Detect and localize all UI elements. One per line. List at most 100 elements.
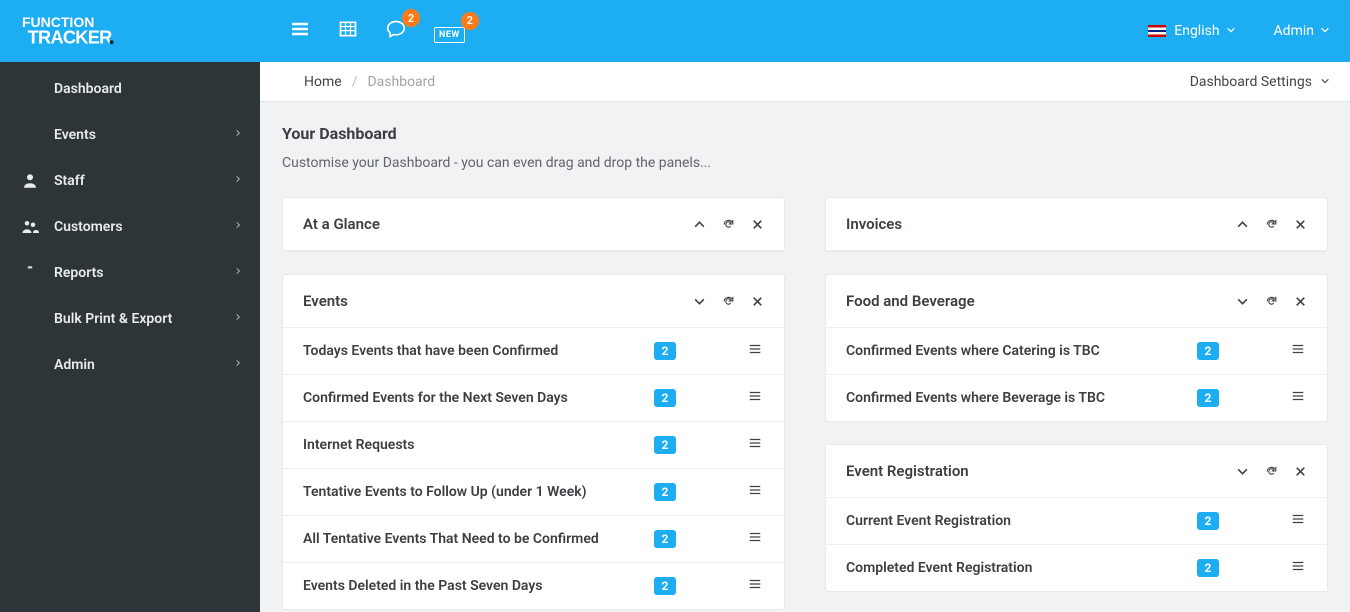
- close-icon[interactable]: [1294, 295, 1307, 308]
- row-count-badge: 2: [654, 389, 676, 407]
- drag-handle-icon[interactable]: [746, 483, 764, 501]
- calendar-icon: [20, 125, 40, 145]
- chevron-right-icon: [234, 357, 242, 373]
- breadcrumb-home[interactable]: Home: [304, 74, 342, 90]
- sidebar-item-staff[interactable]: Staff: [0, 158, 260, 204]
- sidebar-item-reports[interactable]: Reports: [0, 250, 260, 296]
- svg-text:TRACKER: TRACKER: [28, 28, 113, 48]
- panel-row[interactable]: Todays Events that have been Confirmed2: [283, 328, 784, 375]
- panel-row[interactable]: Internet Requests2: [283, 422, 784, 469]
- close-icon[interactable]: [751, 295, 764, 308]
- drag-handle-icon[interactable]: [746, 436, 764, 454]
- user-label: Admin: [1274, 23, 1314, 39]
- panel-row[interactable]: Current Event Registration2: [826, 498, 1327, 545]
- panel-row[interactable]: Events Deleted in the Past Seven Days2: [283, 563, 784, 609]
- sidebar-item-events[interactable]: Events: [0, 112, 260, 158]
- new-label: NEW: [434, 27, 465, 43]
- topbar: FUNCTION TRACKER 2 NEW 2 English Admin: [0, 0, 1350, 62]
- chevron-right-icon: [234, 311, 242, 327]
- panel-row[interactable]: Tentative Events to Follow Up (under 1 W…: [283, 469, 784, 516]
- clipboard-icon: [20, 263, 40, 283]
- drag-handle-icon[interactable]: [746, 530, 764, 548]
- home-icon: [20, 79, 40, 99]
- panel-event-registration: Event Registration Current Event Registra…: [825, 444, 1328, 592]
- close-icon[interactable]: [1294, 218, 1307, 231]
- breadcrumb-current: Dashboard: [367, 74, 435, 90]
- sidebar-item-customers[interactable]: Customers: [0, 204, 260, 250]
- row-label: Tentative Events to Follow Up (under 1 W…: [303, 484, 654, 500]
- page-title: Your Dashboard: [282, 124, 1328, 143]
- row-count-badge: 2: [654, 530, 676, 548]
- panel-title: Invoices: [846, 215, 902, 233]
- printer-icon: [20, 309, 40, 329]
- chevron-right-icon: [234, 265, 242, 281]
- sidebar-item-admin[interactable]: Admin: [0, 342, 260, 388]
- collapse-icon[interactable]: [1236, 218, 1249, 231]
- chevron-right-icon: [234, 173, 242, 189]
- panel-row[interactable]: Confirmed Events where Catering is TBC2: [826, 328, 1327, 375]
- row-label: Internet Requests: [303, 437, 654, 453]
- calendar-icon[interactable]: [338, 19, 358, 43]
- drag-handle-icon[interactable]: [1289, 389, 1307, 407]
- close-icon[interactable]: [751, 218, 764, 231]
- person-icon: [20, 171, 40, 191]
- panel-row[interactable]: All Tentative Events That Need to be Con…: [283, 516, 784, 563]
- flag-icon: [1148, 25, 1166, 37]
- chevron-down-icon: [1226, 23, 1236, 39]
- sidebar-item-label: Customers: [54, 219, 123, 235]
- row-count-badge: 2: [654, 342, 676, 360]
- panel-row[interactable]: Confirmed Events for the Next Seven Days…: [283, 375, 784, 422]
- refresh-icon[interactable]: [722, 218, 735, 231]
- sidebar-item-dashboard[interactable]: Dashboard: [0, 66, 260, 112]
- collapse-icon[interactable]: [1236, 295, 1249, 308]
- refresh-icon[interactable]: [1265, 465, 1278, 478]
- drag-handle-icon[interactable]: [746, 577, 764, 595]
- dashboard-settings-label: Dashboard Settings: [1190, 74, 1312, 90]
- language-selector[interactable]: English: [1148, 23, 1235, 39]
- sidebar-item-label: Staff: [54, 173, 85, 189]
- drag-handle-icon[interactable]: [746, 342, 764, 360]
- new-badge: 2: [461, 12, 479, 30]
- chat-icon[interactable]: 2: [386, 19, 406, 43]
- sidebar-item-bulk-print-export[interactable]: Bulk Print & Export: [0, 296, 260, 342]
- dashboard-settings-button[interactable]: Dashboard Settings: [1165, 72, 1330, 91]
- panel-row[interactable]: Confirmed Events where Beverage is TBC2: [826, 375, 1327, 421]
- row-count-badge: 2: [1197, 389, 1219, 407]
- panel-title: Event Registration: [846, 462, 969, 480]
- panel-header[interactable]: Events: [283, 275, 784, 328]
- refresh-icon[interactable]: [1265, 295, 1278, 308]
- breadcrumb-separator: /: [352, 74, 358, 90]
- row-label: Todays Events that have been Confirmed: [303, 343, 654, 359]
- sidebar-item-label: Reports: [54, 265, 104, 281]
- collapse-icon[interactable]: [693, 295, 706, 308]
- drag-handle-icon[interactable]: [1289, 342, 1307, 360]
- refresh-icon[interactable]: [722, 295, 735, 308]
- chat-badge: 2: [402, 9, 420, 27]
- row-count-badge: 2: [654, 436, 676, 454]
- user-menu[interactable]: Admin: [1274, 23, 1330, 39]
- collapse-icon[interactable]: [1236, 465, 1249, 478]
- drag-handle-icon[interactable]: [746, 389, 764, 407]
- gear-icon: [1165, 72, 1180, 91]
- logo[interactable]: FUNCTION TRACKER: [0, 0, 260, 62]
- refresh-icon[interactable]: [1265, 218, 1278, 231]
- chevron-down-icon: [1312, 74, 1330, 90]
- collapse-icon[interactable]: [693, 218, 706, 231]
- sidebar-item-label: Events: [54, 127, 96, 143]
- drag-handle-icon[interactable]: [1289, 559, 1307, 577]
- panel-title: Food and Beverage: [846, 292, 975, 310]
- close-icon[interactable]: [1294, 465, 1307, 478]
- row-label: Confirmed Events for the Next Seven Days: [303, 390, 654, 406]
- menu-toggle-icon[interactable]: [290, 19, 310, 43]
- drag-handle-icon[interactable]: [1289, 512, 1307, 530]
- panel-header[interactable]: At a Glance: [283, 198, 784, 251]
- panel-header[interactable]: Food and Beverage: [826, 275, 1327, 328]
- row-count-badge: 2: [654, 483, 676, 501]
- gear-icon: [20, 355, 40, 375]
- panel-header[interactable]: Event Registration: [826, 445, 1327, 498]
- panel-header[interactable]: Invoices: [826, 198, 1327, 251]
- new-button[interactable]: NEW 2: [434, 22, 465, 41]
- panel-title: Events: [303, 292, 348, 310]
- panel-row[interactable]: Completed Event Registration2: [826, 545, 1327, 591]
- breadcrumb-bar: Home / Dashboard Dashboard Settings: [260, 62, 1350, 102]
